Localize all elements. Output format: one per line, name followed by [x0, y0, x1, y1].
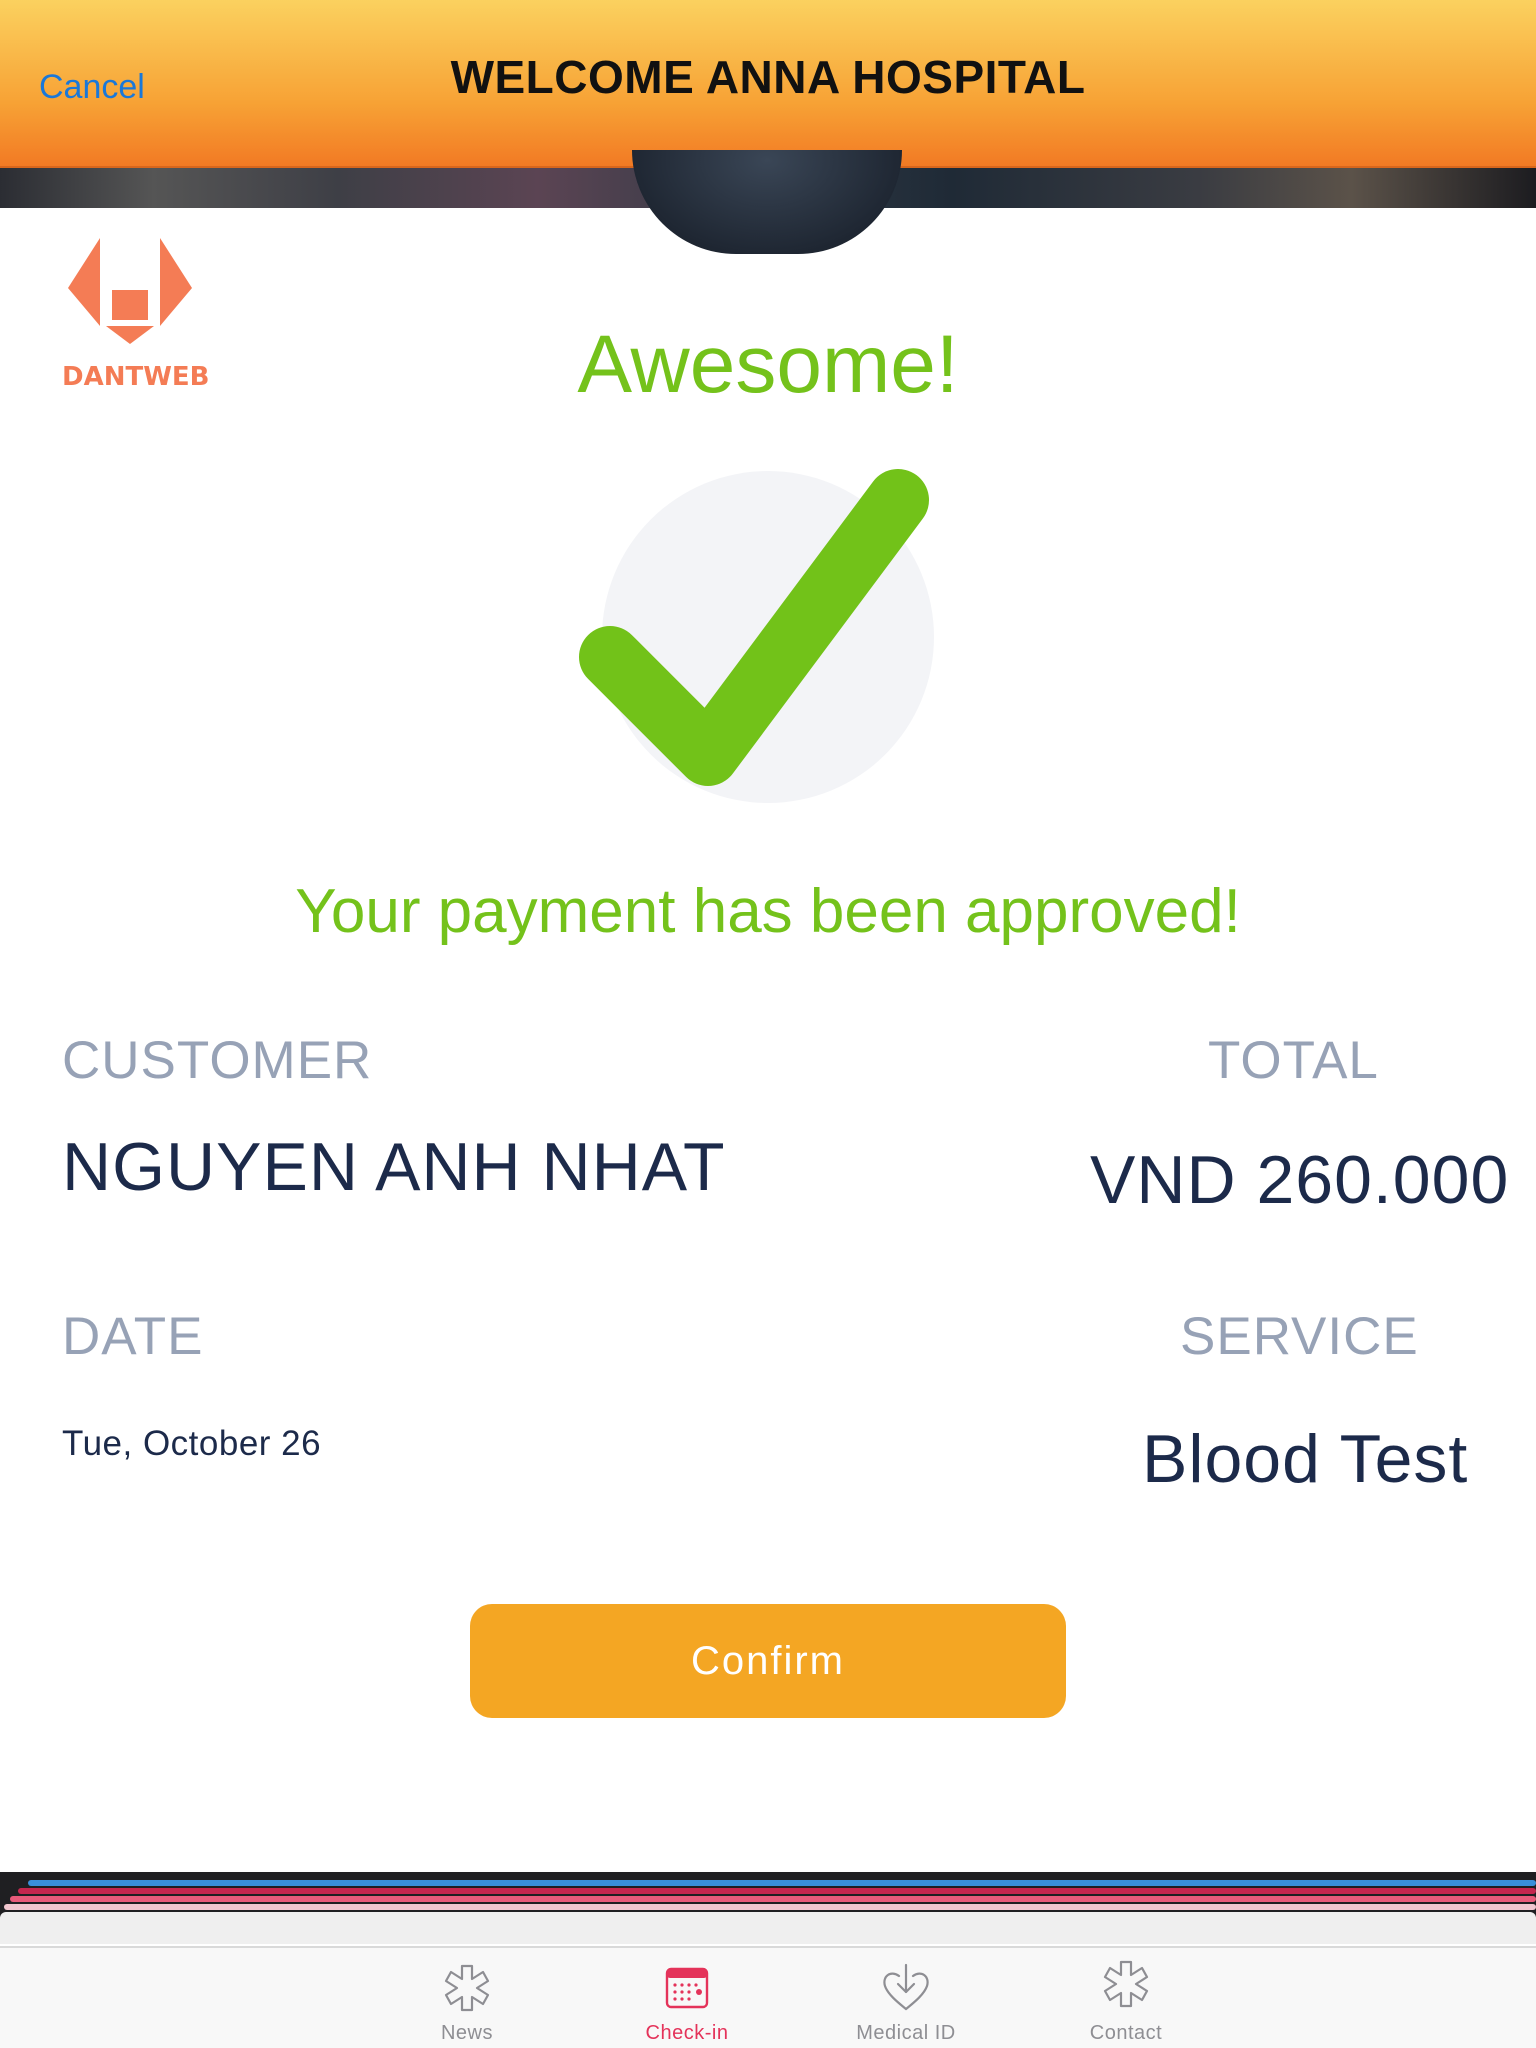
- service-value: Blood Test: [1142, 1421, 1469, 1497]
- card-edge-red: [18, 1888, 1536, 1894]
- confirm-button[interactable]: Confirm: [470, 1604, 1066, 1718]
- tab-check-in[interactable]: Check-in: [607, 1948, 767, 2048]
- navigation-bar: Cancel WELCOME ANNA HOSPITAL: [0, 0, 1536, 168]
- heart-download-icon: [883, 1963, 929, 2011]
- tab-label: Contact: [1089, 2022, 1163, 2044]
- checkmark-icon: [560, 455, 980, 815]
- success-headline: Awesome!: [577, 319, 959, 410]
- date-label: DATE: [62, 1307, 204, 1366]
- tab-contact[interactable]: Contact: [1046, 1948, 1206, 2048]
- payment-status-message: Your payment has been approved!: [295, 877, 1241, 946]
- total-amount: VND 260.000: [1090, 1142, 1510, 1218]
- tab-label: News: [440, 2022, 493, 2044]
- calendar-icon: [665, 1967, 709, 2009]
- asterisk-icon: [1103, 1960, 1149, 2008]
- tab-medical-id[interactable]: Medical ID: [826, 1948, 986, 2048]
- customer-name: NGUYEN ANH NHAT: [62, 1129, 726, 1205]
- total-label: TOTAL: [1208, 1031, 1379, 1090]
- tab-label: Check-in: [645, 2022, 729, 2044]
- date-value: Tue, October 26: [62, 1424, 322, 1463]
- tab-label: Medical ID: [856, 2022, 956, 2044]
- card-edge-blue: [28, 1880, 1536, 1886]
- card-edge-light: [4, 1904, 1536, 1910]
- service-label: SERVICE: [1180, 1307, 1419, 1366]
- header-image-curve: [632, 150, 902, 254]
- page-title: WELCOME ANNA HOSPITAL: [450, 51, 1086, 103]
- tab-news[interactable]: News: [387, 1948, 547, 2048]
- tab-bar: News Check-in Medical ID Contact: [0, 1946, 1536, 2048]
- card-edge-white: [0, 1912, 1536, 1944]
- customer-label: CUSTOMER: [62, 1031, 373, 1090]
- card-edge-pink: [10, 1896, 1536, 1902]
- card-stack-edges: [0, 1872, 1536, 1944]
- asterisk-icon: [444, 1964, 490, 2012]
